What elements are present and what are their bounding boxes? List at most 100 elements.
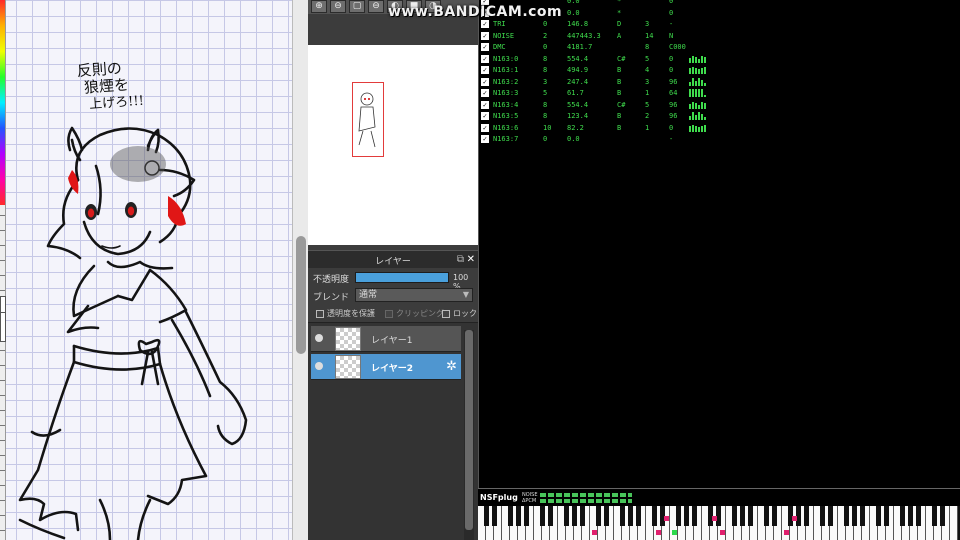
channel-name: N163:4	[493, 100, 519, 109]
zoom-out-icon[interactable]: ⊖	[330, 0, 346, 13]
channel-freq: 123.4	[567, 112, 589, 120]
drawing-canvas[interactable]: 反則の 狼煙を 上げろ!!!	[0, 0, 292, 540]
channel-freq: 447443.3	[567, 31, 601, 40]
piano-black-key	[731, 506, 737, 526]
active-note-marker	[672, 530, 677, 535]
visibility-eye-icon[interactable]	[315, 362, 323, 370]
channel-inst: 96	[669, 100, 678, 109]
channel-enable-checkbox[interactable]: ✓	[481, 89, 489, 97]
piano-black-key	[819, 506, 825, 526]
channel-enable-checkbox[interactable]: ✓	[481, 77, 489, 86]
channel-inst: 0	[669, 8, 674, 17]
channel-enable-checkbox[interactable]: ✓	[481, 100, 489, 109]
zoom-in-icon[interactable]: ⊕	[311, 0, 327, 13]
piano-black-key	[827, 506, 833, 526]
channel-name: TRI	[493, 20, 506, 28]
channel-name: NOISE	[493, 31, 515, 40]
scrollbar-thumb[interactable]	[465, 330, 473, 530]
piano-black-key	[851, 506, 857, 526]
channel-inst: 64	[669, 89, 678, 97]
navigator-viewport-frame[interactable]	[352, 82, 384, 157]
channel-note: B	[617, 123, 622, 132]
piano-black-key	[563, 506, 569, 526]
piano-black-key	[931, 506, 937, 526]
piano-black-key	[619, 506, 625, 526]
layer-item-selected[interactable]: レイヤー2 ✲	[311, 354, 461, 380]
channel-freq: 82.2	[567, 123, 584, 132]
clipping-checkbox[interactable]	[385, 310, 393, 318]
protect-alpha-label: 透明度を保護	[327, 309, 375, 318]
noise-meter	[540, 493, 632, 497]
channel-freq: 554.4	[567, 100, 589, 109]
channel-freq: 146.8	[567, 20, 589, 28]
channel-note: D	[617, 20, 622, 28]
channel-name: N163:3	[493, 89, 519, 97]
protect-alpha-checkbox[interactable]	[316, 310, 324, 318]
channel-note: C#	[617, 54, 626, 63]
fit-view-icon[interactable]: ▢	[349, 0, 365, 13]
piano-black-key	[771, 506, 777, 526]
active-note-marker	[712, 516, 717, 521]
waveform-bars	[689, 124, 706, 132]
lock-checkbox[interactable]	[442, 310, 450, 318]
channel-inst: 96	[669, 77, 678, 86]
channel-freq: 4181.7	[567, 43, 593, 51]
piano-black-key	[539, 506, 545, 526]
piano-black-key	[603, 506, 609, 526]
piano-black-key	[843, 506, 849, 526]
scrollbar-thumb[interactable]	[296, 236, 306, 354]
nsf-channel-monitor: ✓ 0.0 * 0 ✓ 0.0 * 0 ✓ TRI 0 146.8 D 3 - ✓ NOISE 2 447443.3…	[478, 0, 960, 488]
channel-oct: 4	[645, 66, 650, 74]
close-icon[interactable]: ✕	[467, 254, 475, 265]
channel-vol: 5	[543, 89, 548, 97]
piano-black-key	[547, 506, 553, 526]
navigator-preview[interactable]	[308, 45, 478, 245]
channel-enable-checkbox[interactable]: ✓	[481, 54, 489, 63]
channel-oct: 14	[645, 31, 654, 40]
layer-item[interactable]: レイヤー1	[311, 326, 461, 352]
piano-black-key	[507, 506, 513, 526]
channel-enable-checkbox[interactable]: ✓	[481, 135, 489, 143]
nsf-plug-bar: NSFplug NOISE ΔPCM	[478, 488, 960, 506]
zoom-reset-icon[interactable]: ⊖	[368, 0, 384, 13]
active-note-marker	[592, 530, 597, 535]
layer-list-scrollbar[interactable]	[464, 330, 474, 540]
channel-enable-checkbox[interactable]: ✓	[481, 66, 489, 74]
blend-label: ブレンド	[313, 293, 350, 303]
channel-vol: 8	[543, 100, 548, 109]
canvas-vertical-scrollbar[interactable]	[292, 0, 308, 540]
waveform-bars	[689, 66, 706, 74]
piano-black-key	[691, 506, 697, 526]
blend-mode-select[interactable]: 通常 ▼	[355, 288, 473, 302]
channel-freq: 0.0	[567, 0, 580, 5]
channel-enable-checkbox[interactable]: ✓	[481, 112, 489, 120]
gear-icon[interactable]: ✲	[446, 359, 457, 374]
chevron-down-icon: ▼	[462, 290, 469, 299]
channel-name: N163:1	[493, 66, 519, 74]
layer-thumbnail	[335, 327, 361, 351]
channel-enable-checkbox[interactable]: ✓	[481, 31, 489, 40]
piano-black-key	[515, 506, 521, 526]
bandicam-watermark: www.BANDICAM.com	[388, 4, 563, 20]
channel-note: B	[617, 112, 622, 120]
visibility-eye-icon[interactable]	[315, 334, 323, 342]
piano-black-key	[915, 506, 921, 526]
channel-inst: 0	[669, 123, 674, 132]
piano-black-key	[747, 506, 753, 526]
channel-vol: 8	[543, 54, 548, 63]
channel-note: C#	[617, 100, 626, 109]
piano-black-key	[635, 506, 641, 526]
waveform-bars	[689, 101, 706, 109]
channel-name: DMC	[493, 43, 506, 51]
layer-list: レイヤー1 レイヤー2 ✲	[308, 322, 478, 540]
channel-freq: 0.0	[567, 135, 580, 143]
channel-inst: C000	[669, 43, 686, 51]
dpcm-meter-label: ΔPCM	[522, 498, 537, 504]
channel-enable-checkbox[interactable]: ✓	[481, 20, 489, 28]
opacity-slider[interactable]	[355, 272, 449, 283]
channel-enable-checkbox[interactable]: ✓	[481, 43, 489, 51]
channel-oct: 5	[645, 100, 650, 109]
channel-enable-checkbox[interactable]: ✓	[481, 123, 489, 132]
channel-freq: 494.9	[567, 66, 589, 74]
popout-icon[interactable]: ⧉	[457, 254, 464, 265]
